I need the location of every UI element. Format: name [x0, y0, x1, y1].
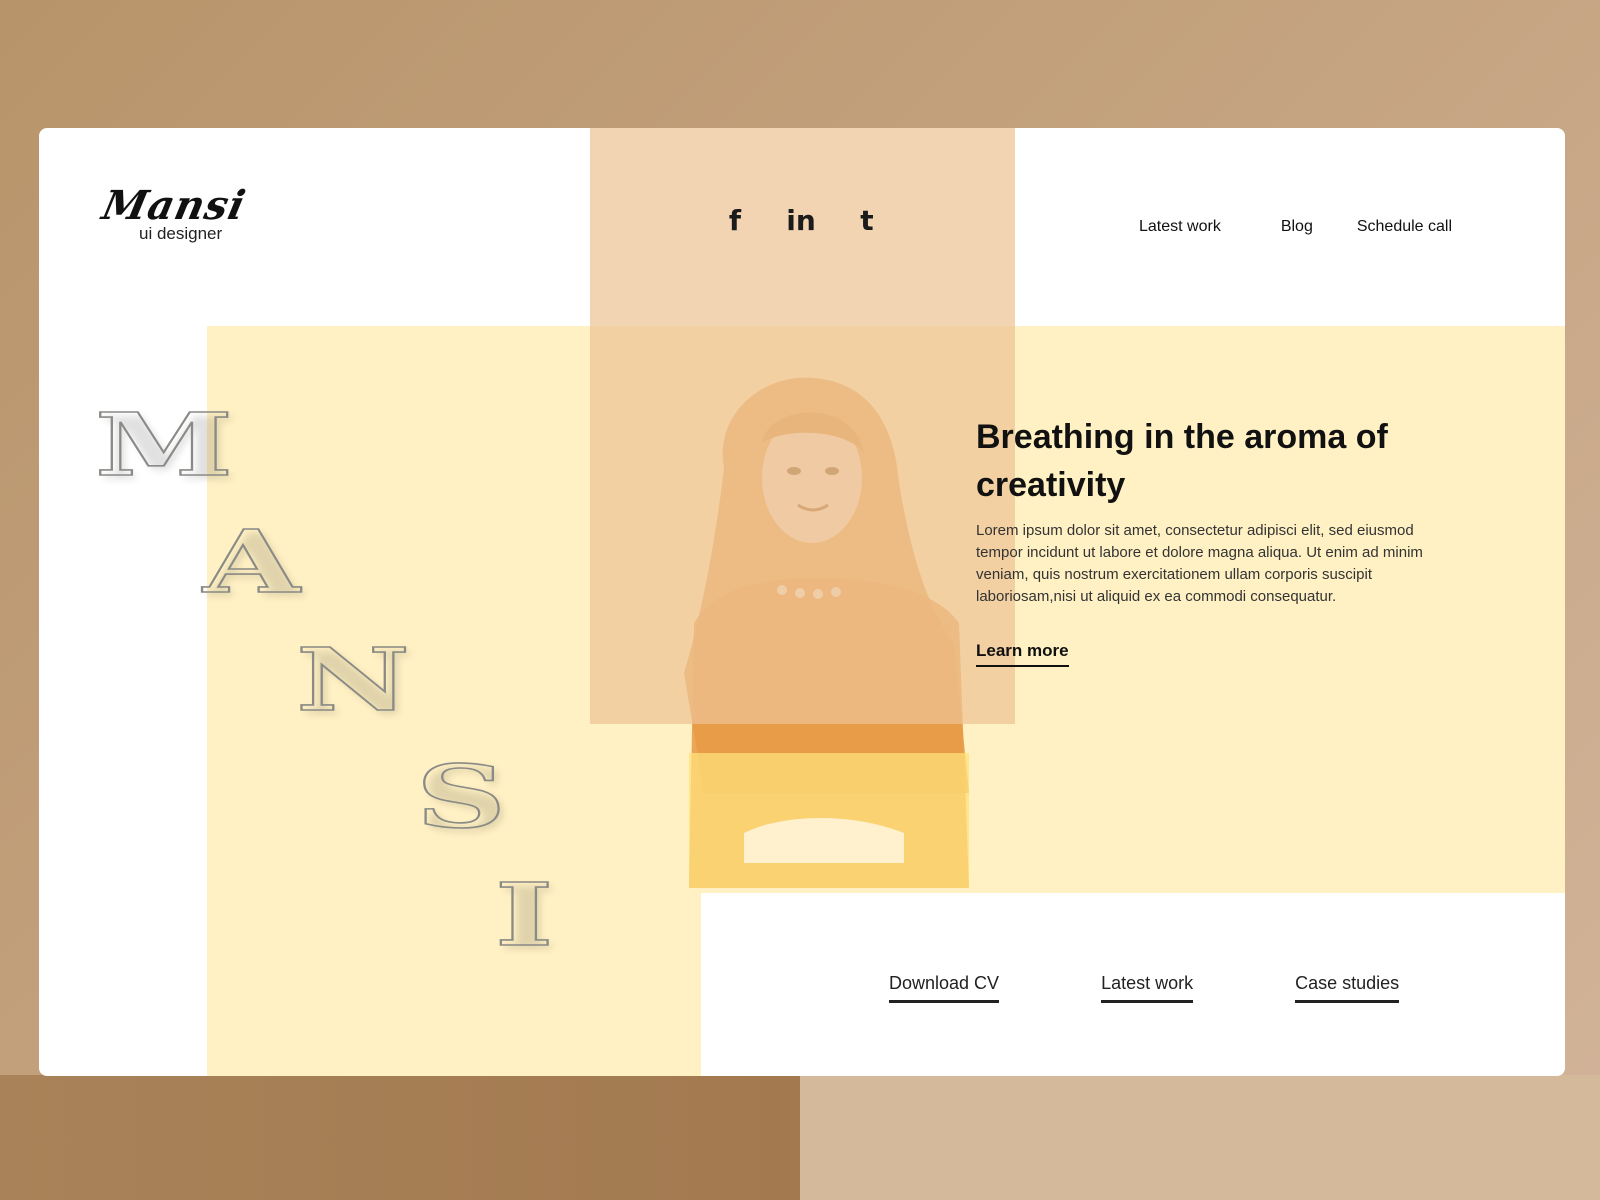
vertical-name-letter-s: S — [415, 747, 507, 848]
learn-more-link[interactable]: Learn more — [976, 641, 1069, 667]
hero-title: Breathing in the aroma of creativity — [976, 418, 1388, 504]
background-left-block — [0, 1075, 800, 1200]
facebook-icon[interactable]: f — [719, 204, 751, 237]
main-nav: Latest work Blog Schedule call — [1139, 218, 1452, 236]
background-right-block — [800, 1075, 1600, 1200]
vertical-name-letter-a: A — [202, 512, 301, 613]
logo[interactable]: Mansi ui designer — [98, 182, 283, 244]
nav-latest-work[interactable]: Latest work — [1139, 218, 1221, 236]
latest-work-link[interactable]: Latest work — [1101, 973, 1194, 1003]
vertical-name-letter-n: N — [295, 630, 411, 731]
yellow-column — [207, 893, 701, 1076]
vertical-name-letter-i: I — [494, 865, 555, 966]
vertical-name-letter-m: M — [94, 395, 234, 496]
social-links: f in t — [719, 204, 883, 237]
nav-schedule-call[interactable]: Schedule call — [1357, 218, 1452, 236]
bottom-links: Download CV Latest work Case studies — [889, 973, 1400, 1003]
logo-name: Mansi — [98, 182, 251, 229]
hero-body: Lorem ipsum dolor sit amet, consectetur … — [976, 522, 1423, 605]
linkedin-icon[interactable]: in — [785, 204, 817, 237]
portfolio-page: Mansi ui designer f in t Latest work Blo… — [39, 128, 1565, 1076]
case-studies-link[interactable]: Case studies — [1295, 973, 1400, 1003]
nav-blog[interactable]: Blog — [1281, 218, 1313, 236]
tumblr-icon[interactable]: t — [851, 204, 883, 237]
download-cv-link[interactable]: Download CV — [889, 973, 1000, 1003]
